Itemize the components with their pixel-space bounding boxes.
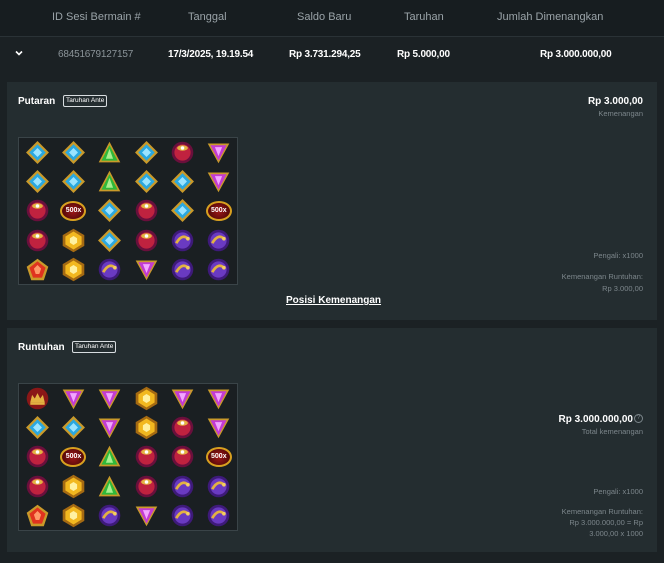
blue-diamond-gem-icon <box>55 413 91 442</box>
multiplier-label: 500x <box>205 200 232 221</box>
cascade-total-amount: Rp 3.000.000,00? <box>559 414 643 425</box>
multiplier-orb-icon: 500x <box>55 442 91 471</box>
multiplier-label: 500x <box>205 446 232 467</box>
pink-triangle-gem-icon <box>201 167 237 196</box>
purple-bracelet-icon <box>164 501 200 530</box>
purple-bracelet-icon <box>201 472 237 501</box>
cascade-win-formula-line2: 3.000,00 x 1000 <box>589 529 643 538</box>
cascade-win-label: Kemenangan Runtuhan: <box>561 507 643 516</box>
chevron-down-icon[interactable] <box>13 47 25 59</box>
purple-bracelet-icon <box>164 472 200 501</box>
red-ring-icon <box>164 413 200 442</box>
ante-bet-badge: Taruhan Ante <box>72 341 117 353</box>
blue-diamond-gem-icon <box>128 138 164 167</box>
multiplier-orb-icon: 500x <box>201 442 237 471</box>
green-triangle-gem-icon <box>92 442 128 471</box>
pink-triangle-gem-icon <box>92 413 128 442</box>
spin-cascade-win-value: Rp 3.000,00 <box>602 284 643 293</box>
purple-bracelet-icon <box>201 255 237 284</box>
blue-diamond-gem-icon <box>55 167 91 196</box>
blue-diamond-gem-icon <box>19 167 55 196</box>
cascade-panel: Runtuhan Taruhan Ante 500x 500x Rp 3.000.… <box>7 328 657 552</box>
blue-diamond-gem-icon <box>92 196 128 225</box>
purple-bracelet-icon <box>201 501 237 530</box>
blue-diamond-gem-icon <box>19 138 55 167</box>
pink-triangle-gem-icon <box>201 138 237 167</box>
col-bet: Taruhan <box>404 11 444 23</box>
red-ring-icon <box>19 226 55 255</box>
red-ring-icon <box>128 442 164 471</box>
cascade-title: Runtuhan <box>18 342 65 353</box>
bet-value: Rp 5.000,00 <box>397 49 450 60</box>
pink-triangle-gem-icon <box>164 384 200 413</box>
purple-bracelet-icon <box>164 226 200 255</box>
red-ring-icon <box>128 472 164 501</box>
multiplier-orb-icon: 500x <box>201 196 237 225</box>
blue-diamond-gem-icon <box>164 196 200 225</box>
history-table-header: ID Sesi Bermain # Tanggal Saldo Baru Tar… <box>0 0 664 37</box>
session-id: 68451679127157 <box>58 49 134 60</box>
win-value: Rp 3.000.000,00 <box>540 49 612 60</box>
cascade-multiplier: Pengali: x1000 <box>593 487 643 496</box>
purple-bracelet-icon <box>92 255 128 284</box>
red-ring-icon <box>19 196 55 225</box>
spin-panel: Putaran Taruhan Ante Rp 3.000,00 Kemenan… <box>7 82 657 320</box>
gold-hexagon-gem-icon <box>55 472 91 501</box>
spin-title: Putaran <box>18 96 56 107</box>
red-pentagon-gem-icon <box>19 255 55 284</box>
ante-bet-badge: Taruhan Ante <box>63 95 108 107</box>
spin-multiplier: Pengali: x1000 <box>593 251 643 260</box>
green-triangle-gem-icon <box>92 138 128 167</box>
pink-triangle-gem-icon <box>128 255 164 284</box>
red-pentagon-gem-icon <box>19 501 55 530</box>
gold-hexagon-gem-icon <box>55 226 91 255</box>
cascade-win-formula-line1: Rp 3.000.000,00 = Rp <box>569 518 643 527</box>
pink-triangle-gem-icon <box>92 384 128 413</box>
blue-diamond-gem-icon <box>164 167 200 196</box>
spin-win-label: Kemenangan <box>598 109 643 118</box>
blue-diamond-gem-icon <box>128 167 164 196</box>
red-ring-icon <box>164 138 200 167</box>
col-win: Jumlah Dimenangkan <box>497 11 604 23</box>
pink-triangle-gem-icon <box>55 384 91 413</box>
col-date: Tanggal <box>188 11 227 23</box>
red-ring-icon <box>19 442 55 471</box>
date-value: 17/3/2025, 19.19.54 <box>168 49 254 60</box>
win-positions-link[interactable]: Posisi Kemenangan <box>286 295 381 306</box>
help-icon[interactable]: ? <box>634 414 643 423</box>
red-ring-icon <box>19 472 55 501</box>
spin-cascade-win-label: Kemenangan Runtuhan: <box>561 272 643 281</box>
red-ring-icon <box>128 196 164 225</box>
col-session-id: ID Sesi Bermain # <box>52 11 141 23</box>
pink-triangle-gem-icon <box>201 384 237 413</box>
col-new-balance: Saldo Baru <box>297 11 352 23</box>
pink-triangle-gem-icon <box>201 413 237 442</box>
gold-hexagon-gem-icon <box>55 255 91 284</box>
purple-bracelet-icon <box>92 501 128 530</box>
spin-symbol-grid: 500x 500x <box>18 137 238 285</box>
blue-diamond-gem-icon <box>92 226 128 255</box>
gold-hexagon-gem-icon <box>128 384 164 413</box>
blue-diamond-gem-icon <box>19 413 55 442</box>
red-ring-icon <box>128 226 164 255</box>
green-triangle-gem-icon <box>92 167 128 196</box>
pink-triangle-gem-icon <box>128 501 164 530</box>
multiplier-label: 500x <box>60 446 87 467</box>
green-triangle-gem-icon <box>92 472 128 501</box>
table-row[interactable]: 68451679127157 17/3/2025, 19.19.54 Rp 3.… <box>0 37 664 72</box>
balance-value: Rp 3.731.294,25 <box>289 49 361 60</box>
multiplier-label: 500x <box>60 200 87 221</box>
multiplier-orb-icon: 500x <box>55 196 91 225</box>
blue-diamond-gem-icon <box>55 138 91 167</box>
red-ring-icon <box>164 442 200 471</box>
cascade-symbol-grid: 500x 500x <box>18 383 238 531</box>
gold-hexagon-gem-icon <box>55 501 91 530</box>
purple-bracelet-icon <box>201 226 237 255</box>
cascade-total-label: Total kemenangan <box>581 427 643 436</box>
purple-bracelet-icon <box>164 255 200 284</box>
crown-icon <box>19 384 55 413</box>
spin-win-amount: Rp 3.000,00 <box>587 96 643 107</box>
gold-hexagon-gem-icon <box>128 413 164 442</box>
